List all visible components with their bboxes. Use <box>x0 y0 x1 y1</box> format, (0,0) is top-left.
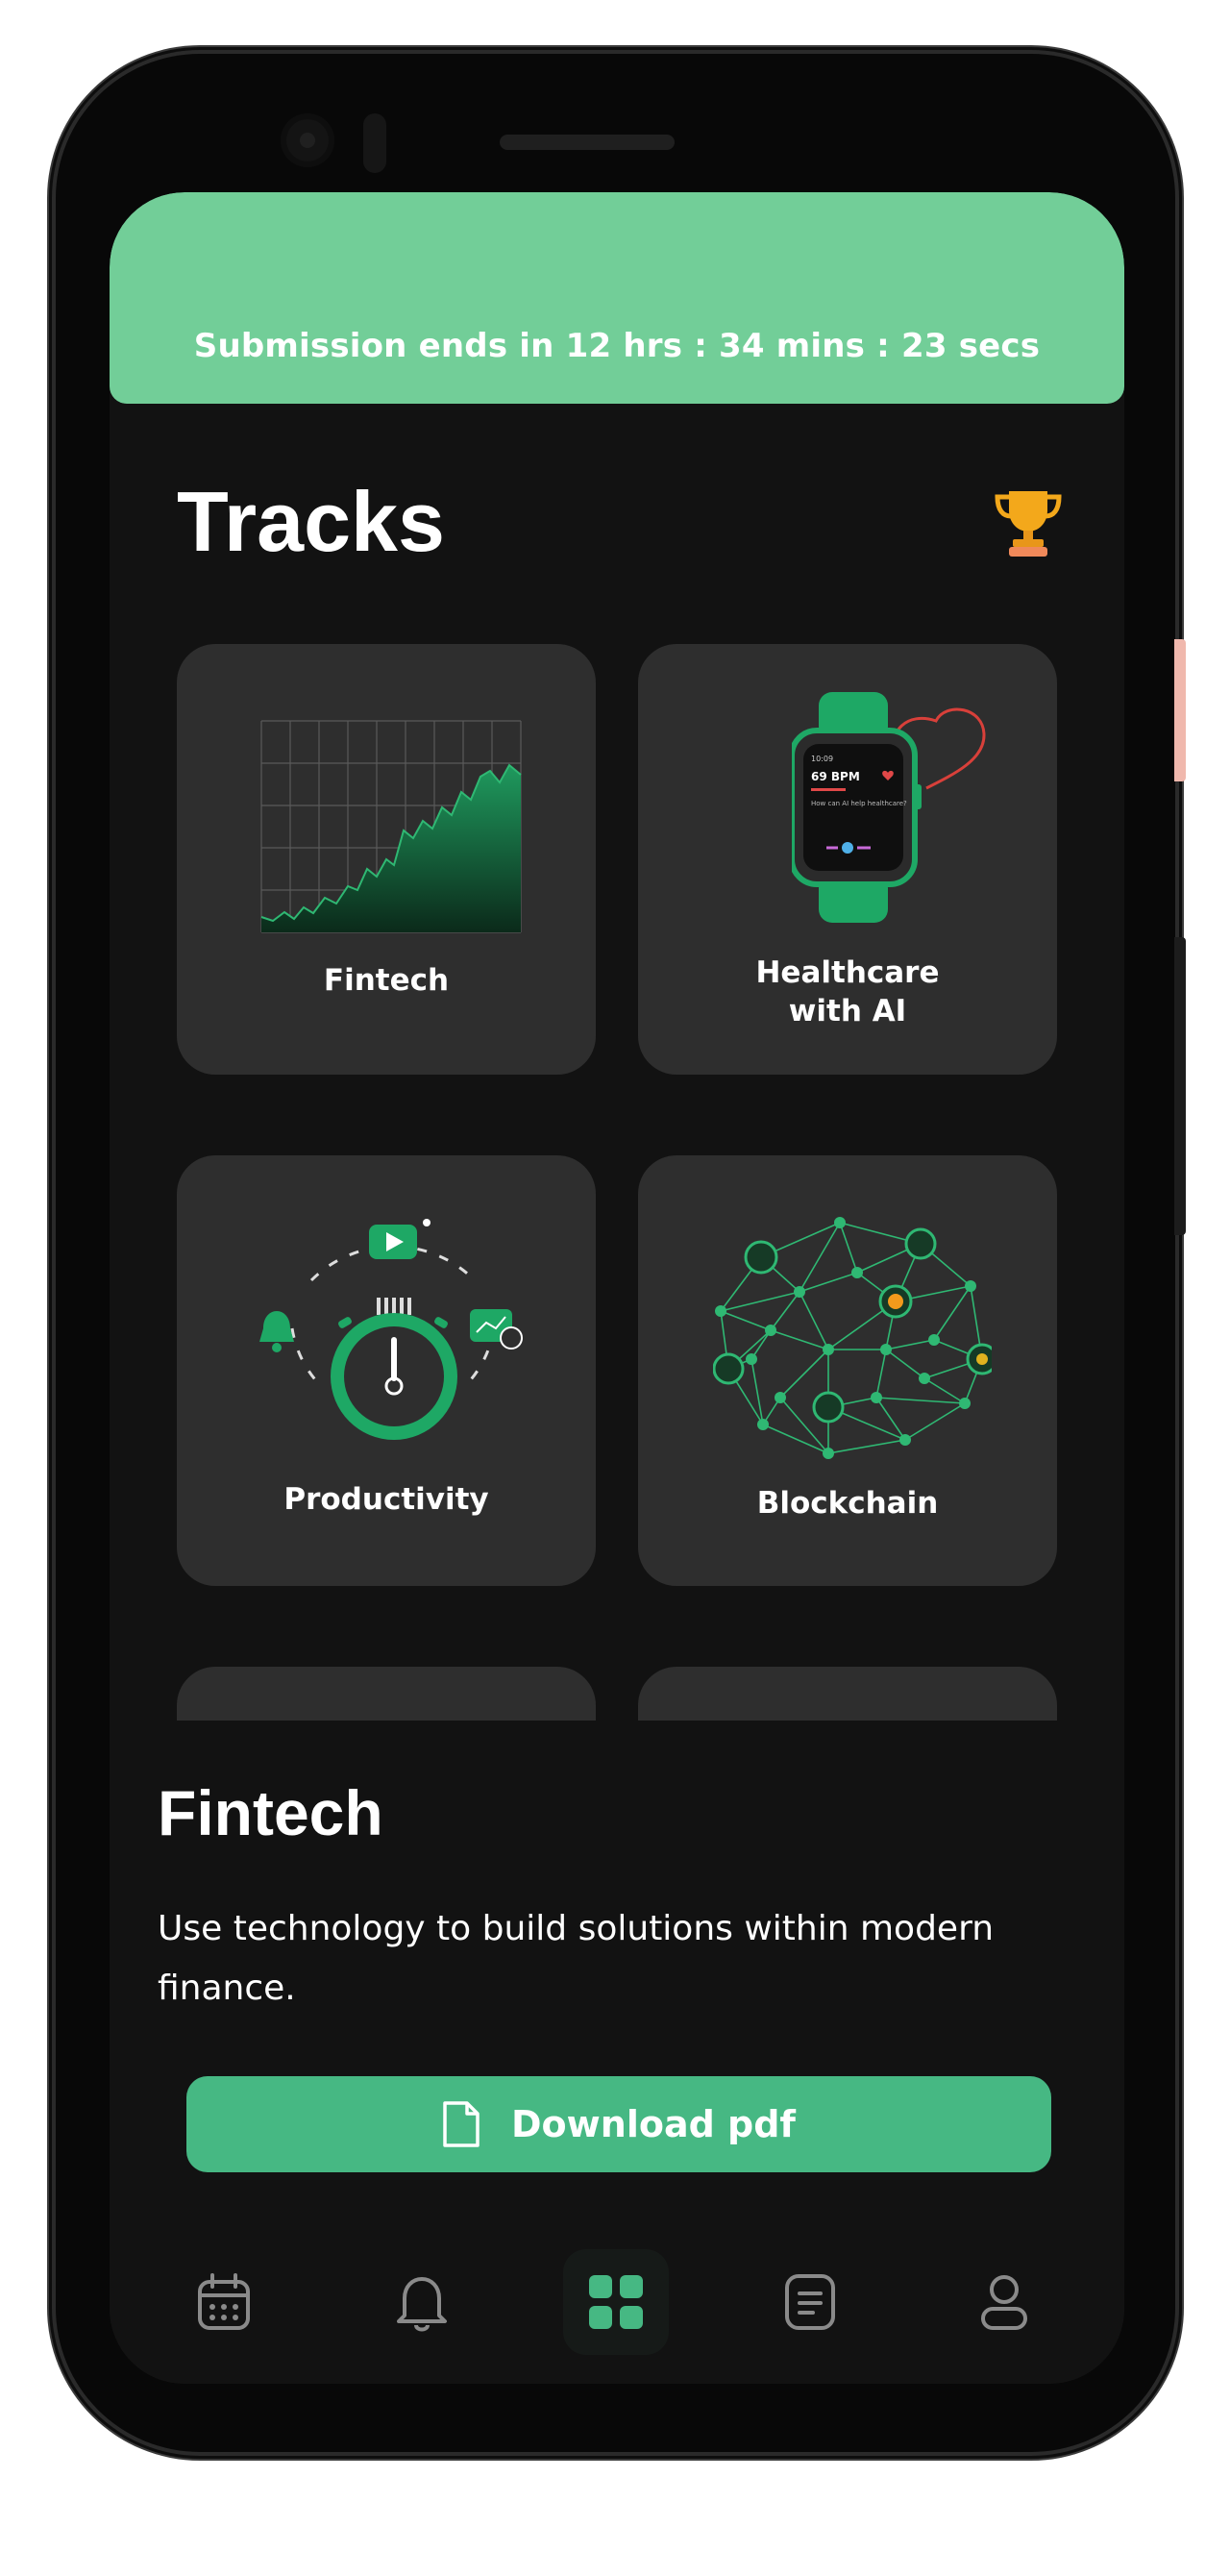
sensor <box>363 113 386 173</box>
watch-time: 10:09 <box>811 755 833 763</box>
bottom-nav <box>110 2240 1124 2365</box>
grid-icon <box>589 2275 643 2329</box>
stopwatch-illustration <box>259 1219 523 1440</box>
nav-notifications[interactable] <box>369 2249 475 2355</box>
nav-calendar[interactable] <box>171 2249 277 2355</box>
nav-tracks[interactable] <box>563 2249 669 2355</box>
page-title: Tracks <box>177 474 445 569</box>
power-button <box>1174 937 1186 1235</box>
bell-icon <box>397 2277 447 2332</box>
calendar-icon <box>198 2273 250 2330</box>
nav-documents[interactable] <box>757 2249 863 2355</box>
detail-description: Use technology to build solutions within… <box>158 1909 995 2008</box>
track-label-fintech: Fintech <box>323 963 450 998</box>
track-label-blockchain: Blockchain <box>756 1486 939 1521</box>
watch-question: How can AI help healthcare? <box>811 800 907 807</box>
network-nodes-illustration <box>713 1217 992 1459</box>
download-pdf-label: Download pdf <box>511 2103 796 2145</box>
earpiece-speaker <box>500 135 675 150</box>
track-card-fintech[interactable]: Fintech <box>177 644 596 1075</box>
countdown-text: Submission ends in 12 hrs : 34 mins : 23… <box>193 327 1041 365</box>
document-icon <box>785 2274 835 2330</box>
download-pdf-button[interactable]: Download pdf <box>186 2076 1051 2172</box>
countdown-banner: Submission ends in 12 hrs : 34 mins : 23… <box>110 192 1124 404</box>
smartwatch-heart-illustration: 10:09 69 BPM How can AI help healthcare? <box>792 692 986 923</box>
watch-bpm: 69 BPM <box>811 770 860 783</box>
app-screen: Submission ends in 12 hrs : 34 mins : 23… <box>110 192 1124 2384</box>
nav-profile[interactable] <box>951 2249 1057 2355</box>
front-camera <box>281 113 334 167</box>
volume-button <box>1174 639 1186 781</box>
document-icon <box>443 2101 480 2147</box>
profile-icon <box>981 2275 1027 2330</box>
track-card-productivity[interactable]: Productivity <box>177 1155 596 1586</box>
track-card-healthcare[interactable]: 10:09 69 BPM How can AI help healthcare?… <box>638 644 1057 1075</box>
trophy-icon[interactable] <box>992 485 1065 558</box>
track-detail-sheet: Fintech Use technology to build solution… <box>110 1721 1124 2384</box>
track-label-healthcare: Healthcare with AI <box>755 955 940 1028</box>
area-chart-illustration <box>260 720 522 933</box>
detail-title: Fintech <box>158 1777 383 1848</box>
track-card-blockchain[interactable]: Blockchain <box>638 1155 1057 1586</box>
track-label-productivity: Productivity <box>283 1482 489 1517</box>
